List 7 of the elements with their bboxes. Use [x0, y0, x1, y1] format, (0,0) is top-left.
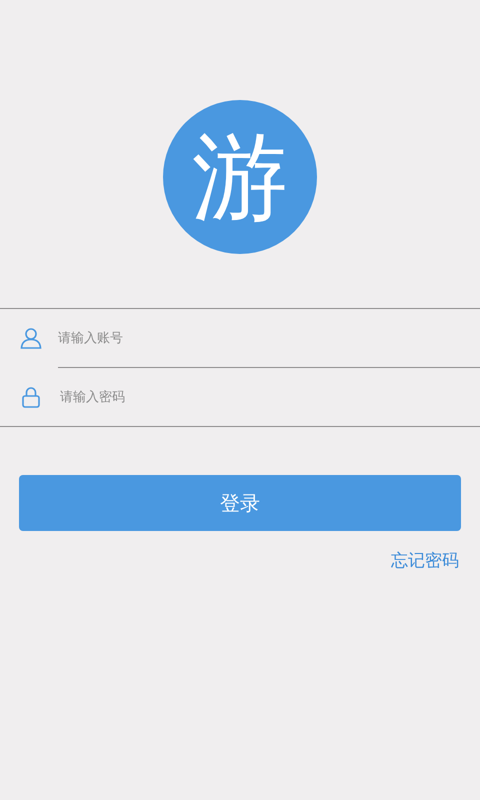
user-icon [20, 327, 42, 349]
password-field[interactable]: 请输入密码 [60, 382, 480, 412]
lock-icon [20, 386, 42, 408]
forgot-password-link[interactable]: 忘记密码 [391, 549, 459, 572]
account-field[interactable]: 请输入账号 [58, 323, 480, 353]
app-logo: 游 [163, 100, 317, 254]
login-button[interactable]: 登录 [19, 475, 461, 531]
